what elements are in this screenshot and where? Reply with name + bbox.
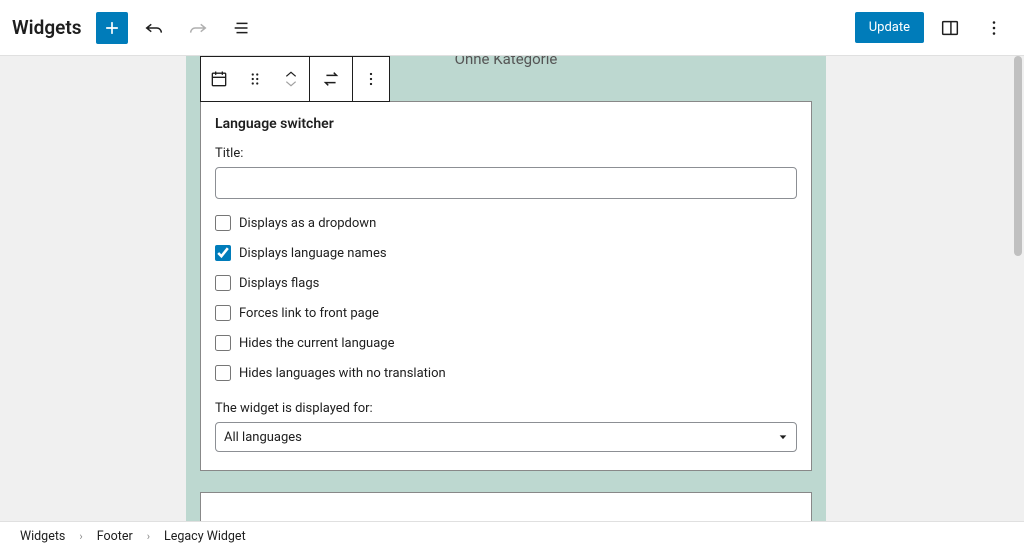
check-front-page[interactable]: Forces link to front page bbox=[215, 305, 797, 321]
breadcrumb-item[interactable]: Widgets bbox=[20, 529, 65, 544]
checkbox-group: Displays as a dropdown Displays language… bbox=[215, 215, 797, 381]
list-icon bbox=[231, 17, 253, 39]
check-dropdown[interactable]: Displays as a dropdown bbox=[215, 215, 797, 231]
more-vertical-icon bbox=[983, 17, 1005, 39]
calendar-icon bbox=[209, 69, 229, 89]
widget-panel: Language switcher Title: Displays as a d… bbox=[200, 101, 812, 471]
widget-area: Ohne Kategorie bbox=[186, 56, 826, 521]
background-text: Ohne Kategorie bbox=[455, 56, 558, 68]
next-widget-block[interactable] bbox=[200, 492, 812, 521]
options-button[interactable] bbox=[976, 10, 1012, 46]
breadcrumb: Widgets › Footer › Legacy Widget bbox=[0, 521, 1024, 551]
move-to-area-button[interactable] bbox=[310, 57, 352, 101]
add-block-button[interactable] bbox=[96, 12, 128, 44]
check-label: Displays flags bbox=[239, 276, 319, 291]
editor-canvas: Ohne Kategorie bbox=[0, 56, 1012, 521]
breadcrumb-separator: › bbox=[147, 530, 150, 543]
chevron-down-icon bbox=[284, 80, 298, 88]
more-vertical-icon bbox=[361, 69, 381, 89]
vertical-scrollbar[interactable] bbox=[1014, 56, 1022, 521]
checkbox[interactable] bbox=[215, 365, 231, 381]
check-hide-untranslated[interactable]: Hides languages with no translation bbox=[215, 365, 797, 381]
update-button[interactable]: Update bbox=[855, 12, 924, 43]
document-overview-button[interactable] bbox=[224, 10, 260, 46]
swap-icon bbox=[320, 68, 342, 90]
move-buttons[interactable] bbox=[273, 57, 309, 101]
top-toolbar: Widgets Update bbox=[0, 0, 1024, 56]
checkbox[interactable] bbox=[215, 215, 231, 231]
page-title: Widgets bbox=[12, 16, 82, 39]
redo-icon bbox=[187, 17, 209, 39]
widget-title: Language switcher bbox=[215, 116, 797, 132]
undo-icon bbox=[143, 17, 165, 39]
breadcrumb-separator: › bbox=[79, 530, 82, 543]
check-label: Hides languages with no translation bbox=[239, 366, 446, 381]
check-label: Displays language names bbox=[239, 246, 387, 261]
plus-icon bbox=[102, 18, 122, 38]
breadcrumb-item[interactable]: Footer bbox=[97, 529, 133, 544]
title-input[interactable] bbox=[215, 167, 797, 199]
check-flags[interactable]: Displays flags bbox=[215, 275, 797, 291]
display-for-label: The widget is displayed for: bbox=[215, 401, 797, 416]
block-options-button[interactable] bbox=[353, 57, 389, 101]
drag-handle[interactable] bbox=[237, 57, 273, 101]
check-hide-current[interactable]: Hides the current language bbox=[215, 335, 797, 351]
check-label: Forces link to front page bbox=[239, 306, 379, 321]
checkbox[interactable] bbox=[215, 305, 231, 321]
check-language-names[interactable]: Displays language names bbox=[215, 245, 797, 261]
checkbox[interactable] bbox=[215, 275, 231, 291]
drag-icon bbox=[246, 70, 264, 88]
block-type-button[interactable] bbox=[201, 57, 237, 101]
undo-button[interactable] bbox=[136, 10, 172, 46]
checkbox[interactable] bbox=[215, 245, 231, 261]
breadcrumb-item[interactable]: Legacy Widget bbox=[164, 529, 246, 544]
chevron-up-icon bbox=[284, 70, 298, 78]
redo-button[interactable] bbox=[180, 10, 216, 46]
scrollbar-thumb[interactable] bbox=[1014, 56, 1022, 256]
caret-down-icon bbox=[778, 432, 788, 442]
sidebar-icon bbox=[939, 17, 961, 39]
title-label: Title: bbox=[215, 146, 797, 161]
settings-sidebar-toggle[interactable] bbox=[932, 10, 968, 46]
checkbox[interactable] bbox=[215, 335, 231, 351]
check-label: Hides the current language bbox=[239, 336, 394, 351]
check-label: Displays as a dropdown bbox=[239, 216, 376, 231]
select-value: All languages bbox=[224, 430, 302, 445]
display-for-select[interactable]: All languages bbox=[215, 422, 797, 452]
block-toolbar bbox=[200, 56, 390, 102]
